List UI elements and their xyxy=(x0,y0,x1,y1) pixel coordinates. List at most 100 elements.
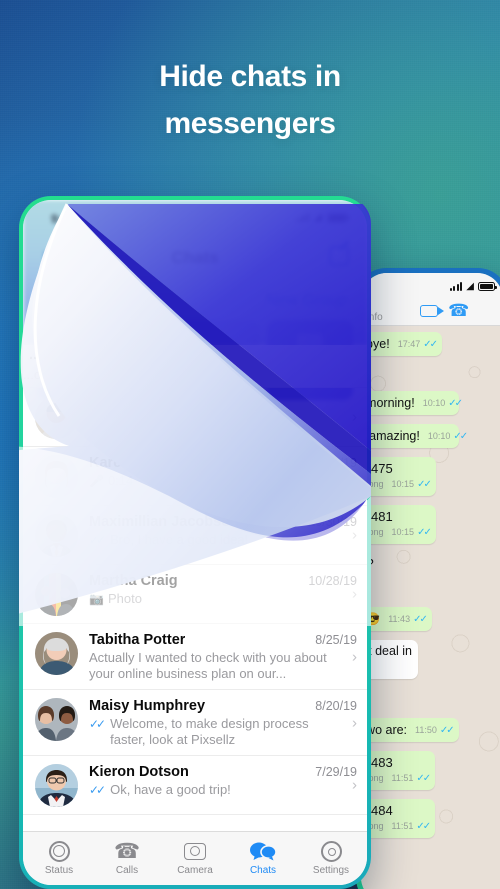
compose-icon[interactable] xyxy=(329,246,349,266)
chevron-right-icon: › xyxy=(352,408,357,426)
broadcast-lists-button[interactable]: Broadcast Lists xyxy=(43,292,152,310)
file-name: IMG_0481 xyxy=(361,509,393,524)
signal-bars-icon xyxy=(296,213,309,222)
message-bubble: Good bye! 17:47✓✓ xyxy=(361,332,442,356)
new-group-button[interactable]: New Group xyxy=(266,292,347,310)
double-check-icon: ✓✓ xyxy=(413,614,428,625)
double-check-icon: ✓✓ xyxy=(416,821,431,832)
message-time: 11:51 xyxy=(391,773,414,783)
tab-label: Status xyxy=(44,865,74,876)
ios-chats-phone-mockup: 9:41 ◢ Edit Chats Broadcast Lists New Gr… xyxy=(19,196,371,889)
tab-settings[interactable]: Settings xyxy=(297,839,365,876)
message-bubble-file: IMG_0481 1.2 MB · png 10:15✓✓ xyxy=(361,505,436,544)
table-row[interactable]: Martha Craig 10/28/19 📷 Photo › xyxy=(23,565,367,624)
avatar xyxy=(35,396,78,439)
voice-call-icon[interactable]: ☎ xyxy=(448,301,469,320)
status-ring-icon xyxy=(25,839,93,863)
avatar xyxy=(35,514,78,557)
partial-chat-name: ...am xyxy=(29,347,63,363)
chat-name: Tabitha Potter xyxy=(89,632,186,648)
camera-icon: 📷 xyxy=(89,592,104,606)
chat-preview: Photo xyxy=(107,591,142,606)
file-name: IMG_0483 xyxy=(361,755,393,770)
tab-label: Calls xyxy=(115,865,139,876)
chat-preview: What kind of strategy is better? xyxy=(110,414,290,429)
whatsapp-phone-mockup: ◢ ☎ Info Good bye! 17:47✓✓ Good morning!… xyxy=(356,268,500,889)
whatsapp-message-list[interactable]: Good bye! 17:47✓✓ Good morning! 10:10✓✓ … xyxy=(361,326,500,889)
status-bar-time: 9:41 xyxy=(51,212,76,226)
chat-date: 10/28/19 xyxy=(308,574,357,588)
tab-chats[interactable]: Chats xyxy=(229,839,297,876)
chat-name: Kieron Dotson xyxy=(89,764,189,780)
wifi-icon: ◢ xyxy=(313,211,322,223)
message-time: 10:15 xyxy=(391,527,415,537)
promo-banner: Hide chats in messengers ◢ ☎ Info Good b… xyxy=(0,0,500,889)
partial-chat-preview: ...om is aweso... xyxy=(23,367,117,382)
avatar xyxy=(35,698,78,741)
double-check-icon: ✓✓ xyxy=(417,479,432,490)
double-check-icon: ✓✓ xyxy=(423,339,438,350)
chat-date: 10/30/19 xyxy=(308,515,357,529)
tab-bar[interactable]: Status ☎ Calls Camera Chats Settings xyxy=(23,831,367,885)
partial-chat-row[interactable]: ...am ...om is aweso... xyxy=(23,345,367,388)
call-actions[interactable]: ☎ xyxy=(369,301,495,320)
chevron-right-icon: › xyxy=(352,714,357,731)
avatar xyxy=(35,764,78,807)
tab-label: Settings xyxy=(312,865,350,876)
table-row[interactable]: Maximillian Jacobson 10/30/19 ✓✓ Bro, I h… xyxy=(23,506,367,565)
table-row[interactable]: Maisy Humphrey 8/20/19 ✓✓ Welcome, to mak… xyxy=(23,690,367,756)
chevron-right-icon: › xyxy=(352,776,357,794)
battery-icon xyxy=(327,212,349,223)
table-row[interactable]: Tabitha Potter 8/25/19 Actually I wanted… xyxy=(23,624,367,690)
signal-bars-icon xyxy=(449,282,463,291)
message-time: 11:51 xyxy=(391,821,414,831)
double-check-icon: ✓✓ xyxy=(439,725,455,736)
tab-label: Chats xyxy=(249,865,277,876)
wifi-icon: ◢ xyxy=(466,280,474,292)
tab-calls[interactable]: ☎ Calls xyxy=(93,839,161,877)
chat-date: 7/29/19 xyxy=(315,765,357,779)
whatsapp-screen: ◢ ☎ Info Good bye! 17:47✓✓ Good morning!… xyxy=(361,273,500,889)
chat-preview: Actually I wanted to check with you abou… xyxy=(89,650,327,681)
table-row[interactable]: Karen Castillo 11/15/19 🎤 0:14 › xyxy=(23,447,367,506)
battery-icon xyxy=(478,282,497,291)
message-bubble: Tokyo😎 11:43✓✓ xyxy=(361,607,432,631)
chat-date: 8/25/19 xyxy=(315,633,357,647)
tab-camera[interactable]: Camera xyxy=(161,839,229,876)
headline-line-1: Hide chats in xyxy=(159,60,341,93)
chat-name: Martha Craig xyxy=(89,573,178,589)
video-call-icon[interactable] xyxy=(420,304,445,317)
message-bubble: Good morning! 10:10✓✓ xyxy=(361,391,463,415)
chevron-right-icon: › xyxy=(352,585,357,603)
gear-icon xyxy=(297,839,365,863)
message-time: 10:10 xyxy=(427,431,451,441)
chat-date: 8/20/19 xyxy=(315,699,357,713)
chevron-right-icon: › xyxy=(352,467,357,485)
message-bubble-file: IMG_0484 1.2 MB · png 11:51✓✓ xyxy=(361,799,436,838)
message-time: 11:43 xyxy=(388,614,411,624)
double-check-icon: ✓✓ xyxy=(416,773,431,784)
status-bar: ◢ xyxy=(369,280,497,293)
avatar xyxy=(35,455,78,498)
table-row[interactable]: Kieron Dotson 7/29/19 ✓✓ Ok, have a good … xyxy=(23,756,367,815)
tab-status[interactable]: Status xyxy=(25,839,93,876)
tab-label: Camera xyxy=(177,865,213,876)
message-time: 10:10 xyxy=(422,398,446,408)
table-row[interactable]: Andrew Parker ✓✓ What kind of strategy is… xyxy=(23,388,367,447)
chat-list[interactable]: Andrew Parker ✓✓ What kind of strategy is… xyxy=(23,388,367,831)
chats-header: 9:41 ◢ Edit Chats Broadcast Lists New Gr… xyxy=(23,200,367,400)
microphone-icon: 🎤 xyxy=(89,474,104,488)
chevron-right-icon: › xyxy=(352,648,357,665)
double-check-icon: ✓✓ xyxy=(453,431,468,442)
chat-preview: Bro, I have a good idea! xyxy=(110,532,249,547)
ios-chats-screen: 9:41 ◢ Edit Chats Broadcast Lists New Gr… xyxy=(23,200,367,885)
chat-name: Maisy Humphrey xyxy=(89,698,206,714)
camera-icon xyxy=(161,839,229,863)
message-bubble-file: IMG_0483 1.2 MB · png 11:51✓✓ xyxy=(361,751,436,790)
file-name: IMG_0475 xyxy=(361,461,393,476)
double-check-icon: ✓✓ xyxy=(89,415,106,429)
chat-preview: Ok, have a good trip! xyxy=(110,782,231,797)
message-bubble: Here two are: 11:50✓✓ xyxy=(361,718,459,742)
phone-icon: ☎ xyxy=(113,839,141,863)
double-check-icon: ✓✓ xyxy=(417,527,432,538)
